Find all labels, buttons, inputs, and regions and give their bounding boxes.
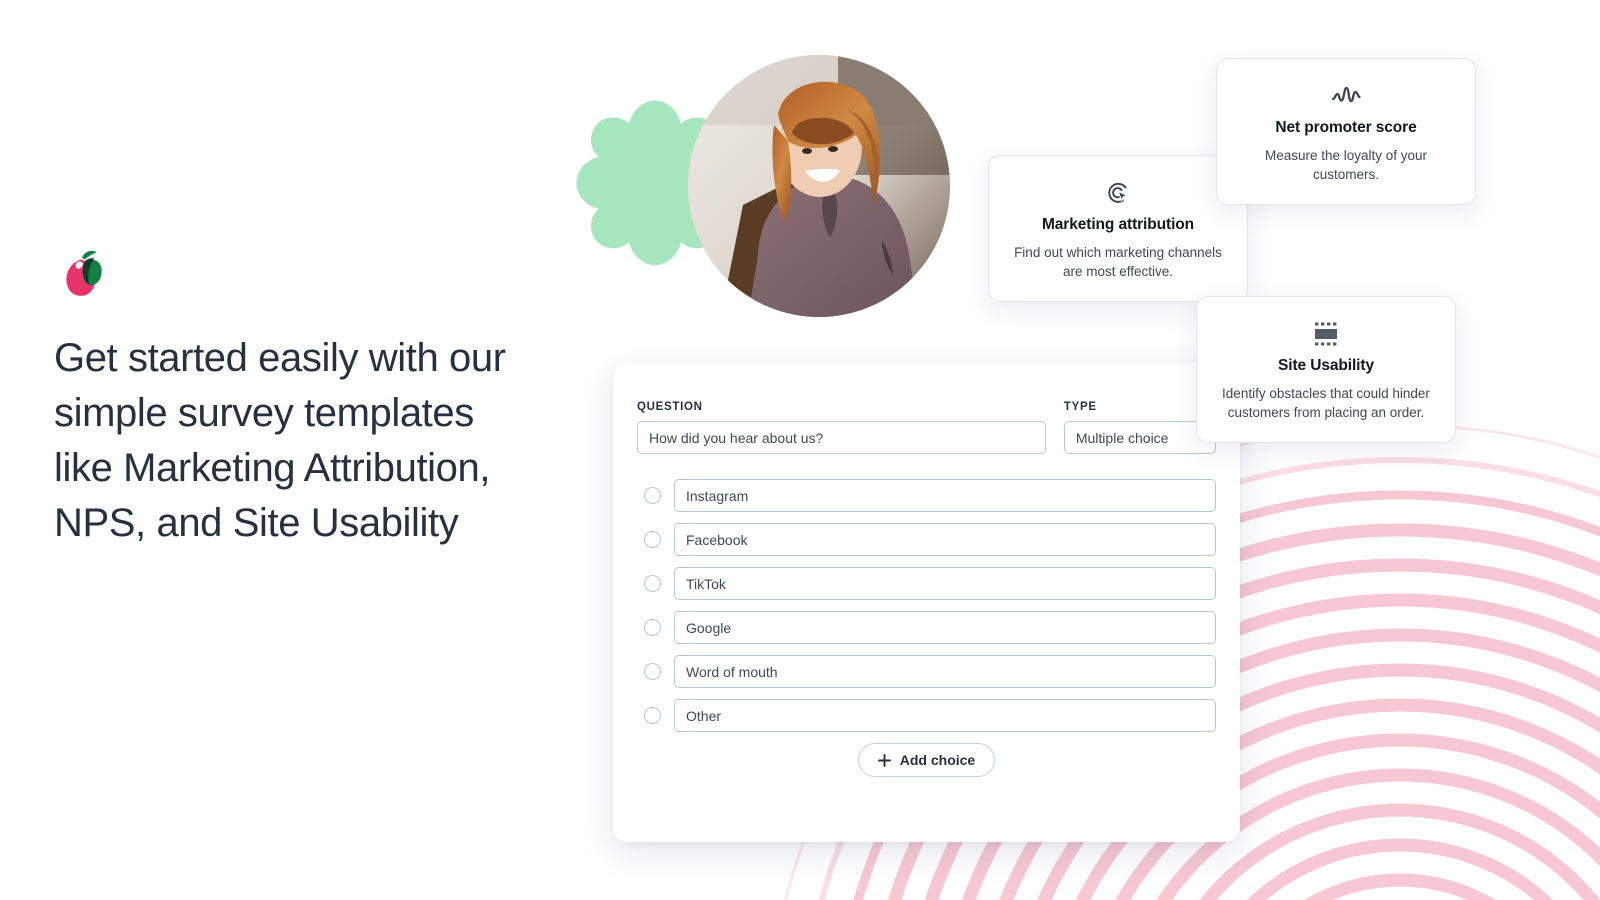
choice-radio-icon[interactable] xyxy=(644,619,661,636)
template-card-title: Marketing attribution xyxy=(1041,216,1195,233)
choice-radio-icon[interactable] xyxy=(644,663,661,680)
hero-text-column: Get started easily with our simple surve… xyxy=(54,245,524,551)
add-choice-label: Add choice xyxy=(899,752,976,768)
add-choice-button[interactable]: Add choice xyxy=(857,743,996,777)
choice-label: Instagram xyxy=(686,487,749,504)
pulse-line-icon xyxy=(1239,81,1453,111)
choice-label: Word of mouth xyxy=(686,663,778,680)
template-card-description: Find out which marketing channels are mo… xyxy=(1014,245,1222,279)
choice-input[interactable]: Other xyxy=(674,699,1216,732)
question-field-group: QUESTION xyxy=(637,401,1046,454)
template-card-site-usability[interactable]: Site Usability Identify obstacles that c… xyxy=(1196,296,1456,443)
template-card-description: Identify obstacles that could hinder cus… xyxy=(1222,386,1430,420)
survey-field-row: QUESTION TYPE Multiple choice xyxy=(637,401,1216,454)
choice-input[interactable]: TikTok xyxy=(674,567,1216,600)
choice-row: Word of mouth xyxy=(637,655,1216,688)
choice-radio-icon[interactable] xyxy=(644,487,661,504)
choice-radio-icon[interactable] xyxy=(644,707,661,724)
choice-label: Other xyxy=(686,707,722,724)
choice-row: Facebook xyxy=(637,523,1216,556)
selection-frame-icon xyxy=(1219,319,1433,349)
choice-input[interactable]: Instagram xyxy=(674,479,1216,512)
plus-icon xyxy=(877,753,891,767)
choice-row: Google xyxy=(637,611,1216,644)
choice-row: Instagram xyxy=(637,479,1216,512)
template-card-marketing-attribution[interactable]: Marketing attribution Find out which mar… xyxy=(988,155,1248,302)
type-label: TYPE xyxy=(1063,401,1097,413)
target-cursor-icon xyxy=(1011,178,1225,208)
question-label: QUESTION xyxy=(637,401,703,413)
type-field-group: TYPE Multiple choice xyxy=(1063,401,1216,454)
typeform-fruit-logo-icon xyxy=(66,250,102,296)
template-card-net-promoter-score[interactable]: Net promoter score Measure the loyalty o… xyxy=(1216,58,1476,205)
choice-list: Instagram Facebook TikTok Google Word of mou… xyxy=(637,479,1216,732)
question-type-value: Multiple choice xyxy=(1075,429,1169,446)
choice-row: Other xyxy=(637,699,1216,732)
template-card-title: Site Usability xyxy=(1278,357,1374,374)
template-card-title: Net promoter score xyxy=(1275,119,1417,136)
choice-label: Facebook xyxy=(686,531,748,548)
choice-input[interactable]: Google xyxy=(674,611,1216,644)
choice-input[interactable]: Word of mouth xyxy=(674,655,1216,688)
choice-radio-icon[interactable] xyxy=(644,531,661,548)
choice-input[interactable]: Facebook xyxy=(674,523,1216,556)
question-input[interactable] xyxy=(637,421,1046,454)
choice-row: TikTok xyxy=(637,567,1216,600)
hero-photo-avatar xyxy=(688,55,950,317)
survey-editor-card: QUESTION TYPE Multiple choice Instagram F… xyxy=(613,363,1240,842)
hero-image-group xyxy=(560,50,960,350)
choice-radio-icon[interactable] xyxy=(644,575,661,592)
add-choice-row: Add choice xyxy=(637,743,1216,777)
template-card-description: Measure the loyalty of your customers. xyxy=(1264,148,1428,182)
question-type-select[interactable]: Multiple choice xyxy=(1063,421,1216,454)
page-title: Get started easily with our simple surve… xyxy=(54,336,506,545)
choice-label: Google xyxy=(686,619,732,636)
choice-label: TikTok xyxy=(686,575,726,592)
